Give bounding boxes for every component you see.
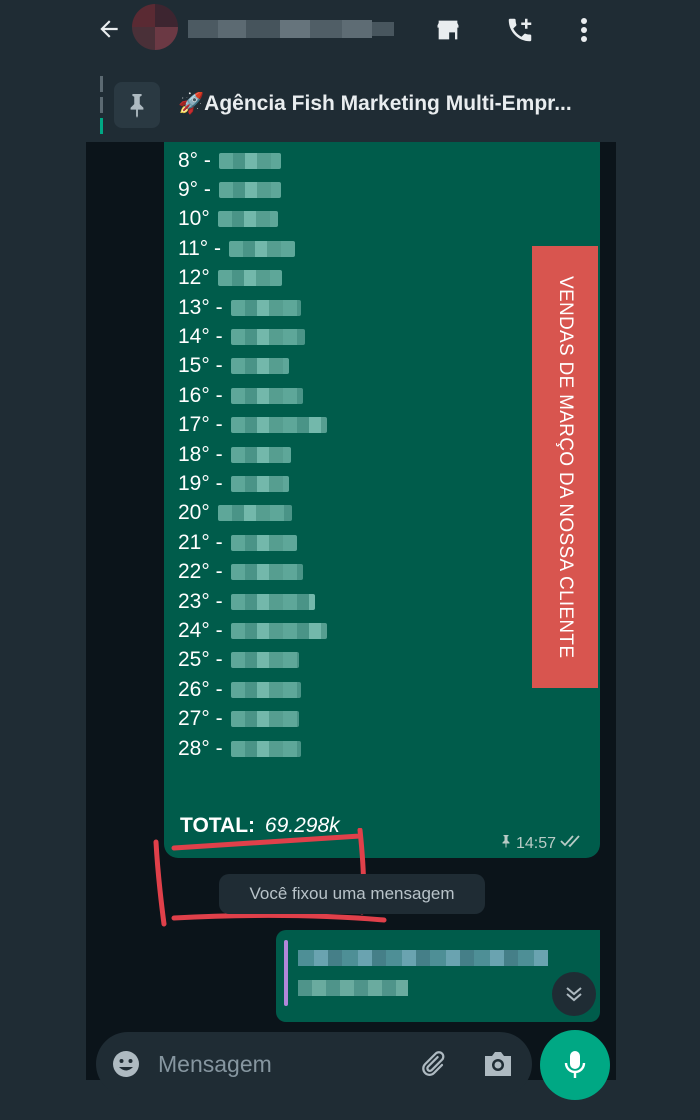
- camera-icon[interactable]: [480, 1046, 516, 1082]
- rank-row: 26° -: [178, 675, 327, 704]
- rank-number: 25° -: [178, 648, 223, 672]
- blurred-name: [218, 182, 281, 199]
- banner-text: VENDAS DE MARÇO DA NOSSA CLIENTE: [555, 275, 576, 659]
- pin-icon: [114, 82, 160, 128]
- rank-number: 11° -: [178, 236, 222, 260]
- blurred-name: [230, 652, 299, 669]
- chat-area: 🚀Agência Fish Marketing Multi-Empr... 8°…: [86, 68, 616, 1080]
- pinned-message-bubble[interactable]: 8° - 9° - 10° 11° - 12° 13° - 14° - 15° - 16° - 1…: [164, 142, 600, 858]
- rank-row: 11° -: [178, 234, 327, 263]
- read-receipt-icon: [560, 834, 586, 853]
- message-time: 14:57: [515, 834, 556, 852]
- rank-number: 23° -: [178, 589, 223, 613]
- rank-number: 24° -: [178, 618, 223, 642]
- total-value: 69.298k: [264, 814, 340, 837]
- rank-row: 17° -: [178, 411, 327, 440]
- rank-row: 15° -: [178, 352, 327, 381]
- rank-row: 22° -: [178, 557, 327, 586]
- rank-number: 15° -: [178, 354, 223, 378]
- rank-number: 28° -: [178, 736, 223, 760]
- blurred-name: [218, 152, 281, 169]
- rank-row: 19° -: [178, 469, 327, 498]
- blurred-name: [230, 593, 315, 610]
- rank-row: 28° -: [178, 734, 327, 763]
- pin-small-icon: [500, 834, 512, 853]
- rank-number: 8° -: [178, 148, 211, 172]
- rank-row: 12°: [178, 264, 327, 293]
- total-label: TOTAL:: [180, 814, 256, 837]
- back-arrow-icon[interactable]: [92, 12, 126, 46]
- blurred-name: [217, 505, 292, 522]
- rank-row: 20°: [178, 499, 327, 528]
- blurred-name: [217, 270, 282, 287]
- scroll-down-button[interactable]: [552, 972, 596, 1016]
- rank-number: 17° -: [178, 413, 223, 437]
- rank-number: 13° -: [178, 295, 223, 319]
- pinned-message-text: 🚀Agência Fish Marketing Multi-Empr...: [178, 92, 572, 115]
- rank-row: 25° -: [178, 646, 327, 675]
- outgoing-message-bubble[interactable]: [276, 930, 600, 1022]
- rank-number: 26° -: [178, 677, 223, 701]
- total-row: TOTAL: 69.298k: [180, 814, 340, 838]
- blurred-name: [229, 240, 296, 257]
- rank-row: 24° -: [178, 616, 327, 645]
- blurred-name: [230, 681, 301, 698]
- system-message: Você fixou uma mensagem: [219, 874, 485, 914]
- rank-row: 18° -: [178, 440, 327, 469]
- rank-row: 21° -: [178, 528, 327, 557]
- rank-number: 22° -: [178, 560, 223, 584]
- blurred-text-line: [298, 980, 408, 996]
- ranking-list: 8° - 9° - 10° 11° - 12° 13° - 14° - 15° - 16° - 1…: [178, 146, 327, 763]
- message-meta: 14:57: [500, 834, 586, 853]
- message-input[interactable]: [158, 1044, 398, 1084]
- rank-number: 20°: [178, 501, 210, 525]
- contact-name-blurred[interactable]: [188, 16, 398, 42]
- blurred-text-line: [298, 950, 548, 966]
- blurred-name: [230, 417, 327, 434]
- rank-row: 16° -: [178, 381, 327, 410]
- blurred-name: [230, 387, 303, 404]
- rank-number: 9° -: [178, 178, 211, 202]
- rank-row: 10°: [178, 205, 327, 234]
- blurred-name: [230, 329, 305, 346]
- rank-row: 27° -: [178, 704, 327, 733]
- rank-row: 14° -: [178, 322, 327, 351]
- rank-row: 8° -: [178, 146, 327, 175]
- mic-button[interactable]: [540, 1030, 610, 1100]
- blurred-name: [230, 446, 291, 463]
- rank-row: 13° -: [178, 293, 327, 322]
- blurred-name: [230, 622, 327, 639]
- store-icon[interactable]: [428, 10, 468, 50]
- rank-number: 19° -: [178, 471, 223, 495]
- rank-row: 23° -: [178, 587, 327, 616]
- blurred-name: [230, 475, 289, 492]
- more-vert-icon[interactable]: [564, 10, 604, 50]
- rank-number: 10°: [178, 207, 210, 231]
- pinned-indicator: [100, 76, 103, 134]
- pinned-message-bar[interactable]: 🚀Agência Fish Marketing Multi-Empr...: [86, 68, 616, 142]
- rank-number: 21° -: [178, 530, 223, 554]
- blurred-name: [230, 358, 289, 375]
- blurred-name: [230, 299, 301, 316]
- rank-row: 9° -: [178, 175, 327, 204]
- quote-bar: [284, 940, 288, 1006]
- contact-avatar[interactable]: [132, 4, 178, 50]
- blurred-name: [217, 211, 278, 228]
- blurred-name: [230, 711, 299, 728]
- rank-number: 14° -: [178, 325, 223, 349]
- sales-banner: VENDAS DE MARÇO DA NOSSA CLIENTE: [532, 246, 598, 688]
- add-call-icon[interactable]: [500, 10, 540, 50]
- attach-icon[interactable]: [414, 1046, 450, 1082]
- blurred-name: [230, 564, 303, 581]
- mic-icon: [564, 1051, 586, 1078]
- message-composer: [96, 1032, 532, 1096]
- blurred-name: [230, 740, 301, 757]
- rank-number: 16° -: [178, 383, 223, 407]
- rank-number: 18° -: [178, 442, 223, 466]
- rank-number: 27° -: [178, 707, 223, 731]
- chat-header: [0, 0, 700, 68]
- rank-number: 12°: [178, 266, 210, 290]
- blurred-name: [230, 534, 297, 551]
- emoji-icon[interactable]: [108, 1046, 144, 1082]
